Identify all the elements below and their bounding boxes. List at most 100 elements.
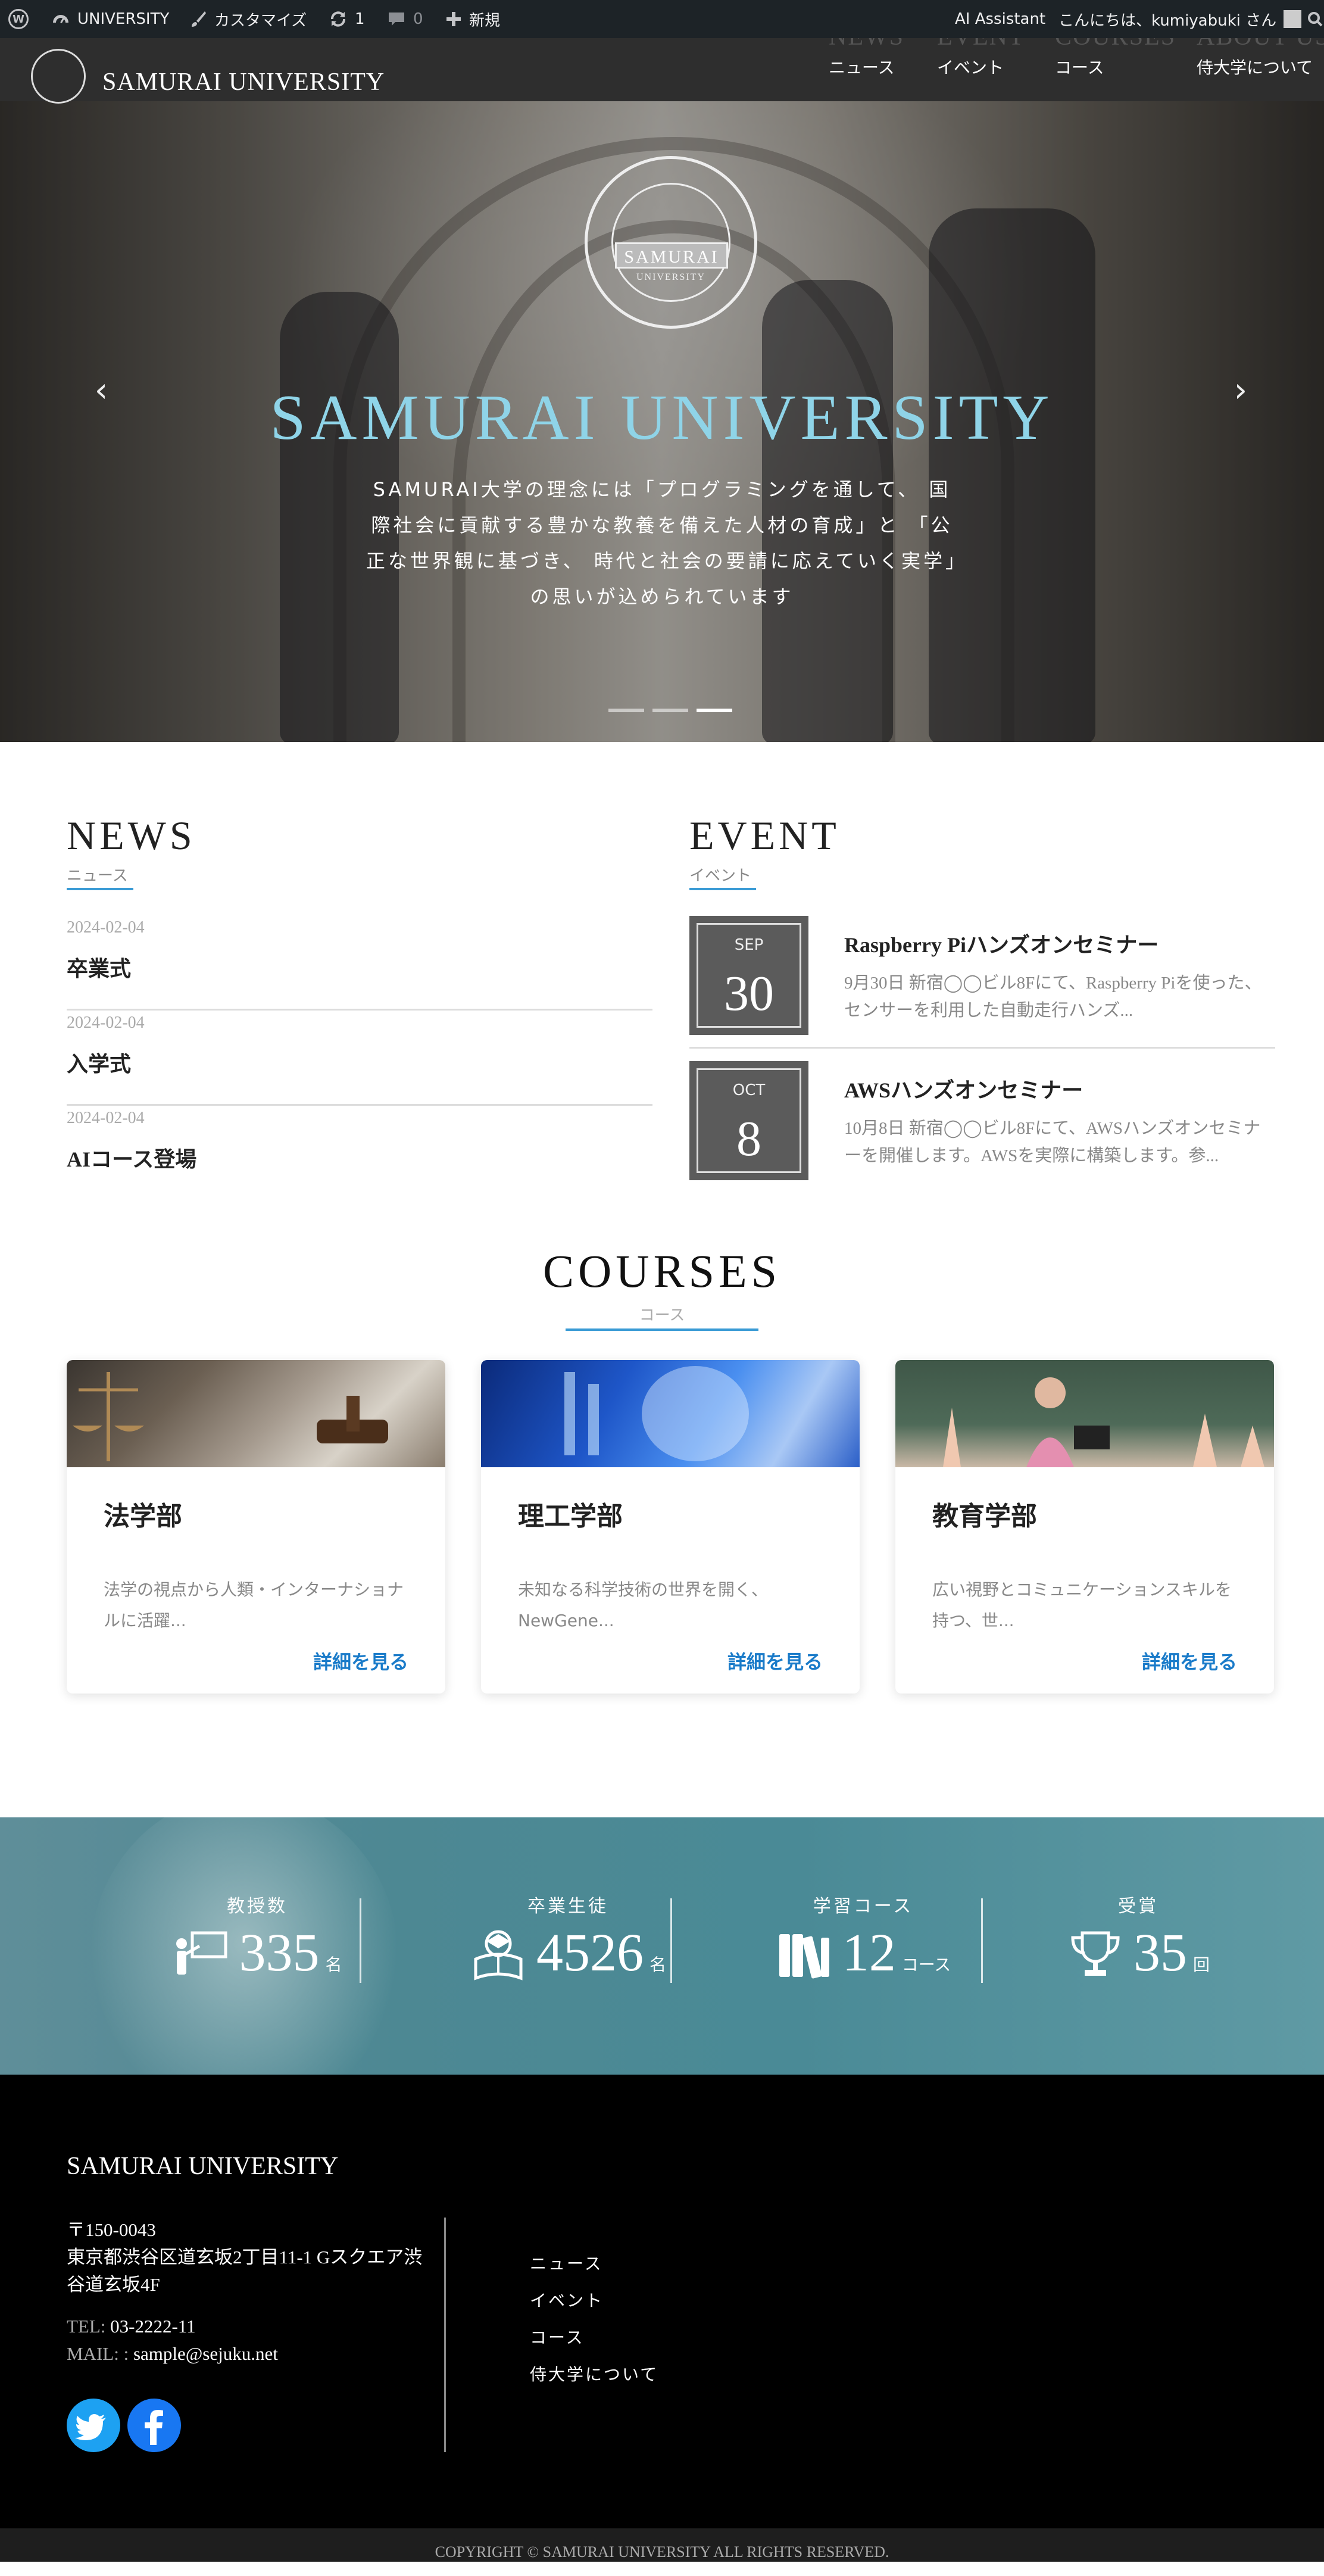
footer-mail: MAIL: : sample@sejuku.net — [67, 2340, 278, 2368]
stat-courses: 学習コース 12 コース — [708, 1817, 1018, 2075]
site-header: SAMURAI UNIVERSITY NEWS ニュース EVENT イベント … — [0, 23, 1324, 104]
news-title: 卒業式 — [67, 957, 132, 981]
course-image-science — [481, 1360, 860, 1467]
stat-divider — [981, 1898, 983, 1983]
footer-divider — [444, 2218, 446, 2452]
nav-about-ja: 侍大学について — [1197, 58, 1313, 77]
books-icon — [779, 1934, 829, 1979]
admin-updates[interactable]: 1 — [329, 0, 365, 38]
footer-postal: 〒150-0043 — [67, 2219, 156, 2240]
slider-dot-3-active[interactable] — [697, 709, 732, 712]
admin-site-name[interactable]: UNIVERSITY — [51, 0, 169, 38]
news-item[interactable]: 2024-02-04 入学式 — [67, 1009, 652, 1106]
footer-title: SAMURAI UNIVERSITY — [67, 2153, 339, 2180]
plus-icon — [446, 12, 461, 26]
admin-comments[interactable]: 0 — [387, 0, 423, 38]
facebook-icon[interactable] — [127, 2399, 181, 2452]
twitter-icon[interactable] — [67, 2399, 120, 2452]
event-day: 30 — [724, 966, 774, 1021]
course-detail-link[interactable]: 詳細を見る — [313, 1647, 408, 1674]
event-date-badge: OCT 8 — [689, 1061, 808, 1180]
event-date-badge: SEP 30 — [689, 916, 808, 1035]
stat-unit: コース — [901, 1956, 951, 1975]
event-item[interactable]: OCT 8 AWSハンズオンセミナー 10月8日 新宿◯◯ビル8Fにて、AWSハ… — [689, 1061, 1275, 1199]
course-image-education — [895, 1360, 1274, 1467]
wordpress-logo-icon[interactable]: W — [8, 0, 29, 38]
scales-of-justice-icon — [73, 1372, 388, 1461]
slider-next-icon[interactable]: › — [1226, 374, 1255, 407]
news-date: 2024-02-04 — [67, 1013, 145, 1032]
comment-icon — [389, 13, 404, 26]
graduate-icon — [474, 1930, 523, 1981]
footer-address: 東京都渋谷区道玄坂2丁目11-1 Gスクエア渋谷道玄坂4F — [67, 2247, 423, 2295]
news-title: 入学式 — [67, 1052, 132, 1076]
event-item[interactable]: SEP 30 Raspberry Piハンズオンセミナー 9月30日 新宿◯◯ビ… — [689, 916, 1275, 1054]
courses-subheading: コース — [566, 1303, 758, 1331]
stat-value: 4526 — [536, 1923, 644, 1982]
event-heading: EVENT — [689, 813, 840, 858]
laboratory-icon — [564, 1366, 749, 1461]
footer-mail-label: MAIL: : — [67, 2343, 129, 2364]
event-month: OCT — [732, 1081, 766, 1099]
course-title: 教育学部 — [932, 1502, 1037, 1531]
updates-icon — [331, 11, 345, 27]
footer-mail-value[interactable]: sample@sejuku.net — [133, 2343, 278, 2364]
course-description: 法学の視点から人類・インターナショナルに活躍... — [104, 1580, 404, 1630]
footer-link-news[interactable]: ニュース — [530, 2251, 603, 2275]
event-description: 10月8日 新宿◯◯ビル8Fにて、AWSハンズオンセミナーを開催します。AWSを… — [844, 1119, 1261, 1165]
hero-text: SAMURAI大学の理念には「プログラミングを通して、 国際社会に貢献する豊かな… — [366, 478, 958, 608]
course-card-law[interactable]: 法学部 法学の視点から人類・インターナショナルに活躍... 詳細を見る — [67, 1360, 445, 1694]
slider-dot-2[interactable] — [652, 709, 688, 712]
admin-new-label: 新規 — [469, 11, 501, 30]
admin-account[interactable]: こんにちは、kumiyabuki さん — [1058, 0, 1302, 38]
admin-customize-label: カスタマイズ — [214, 11, 307, 30]
course-detail-link[interactable]: 詳細を見る — [1142, 1647, 1237, 1674]
hero-emblem: SAMURAI UNIVERSITY — [585, 156, 757, 329]
course-title: 法学部 — [104, 1502, 182, 1531]
course-card-education[interactable]: 教育学部 広い視野とコミュニケーションスキルを持つ、世... 詳細を見る — [895, 1360, 1274, 1694]
trophy-icon — [1071, 1931, 1120, 1976]
ai-assistant-link[interactable]: AI Assistant — [955, 0, 1045, 38]
course-description: 広い視野とコミュニケーションスキルを持つ、世... — [932, 1580, 1232, 1630]
stat-divider — [360, 1898, 361, 1983]
ai-assistant-label: AI Assistant — [955, 10, 1046, 28]
footer-tel-label: TEL: — [67, 2316, 106, 2337]
course-detail-link[interactable]: 詳細を見る — [727, 1647, 823, 1674]
nav-courses-ja: コース — [1055, 58, 1104, 77]
slider-dot-1[interactable] — [608, 709, 644, 712]
footer-link-about[interactable]: 侍大学について — [530, 2362, 658, 2385]
course-title: 理工学部 — [518, 1502, 623, 1531]
course-card-science[interactable]: 理工学部 未知なる科学技術の世界を開く、NewGene... 詳細を見る — [481, 1360, 860, 1694]
footer-link-event[interactable]: イベント — [530, 2288, 604, 2312]
news-subheading: ニュース — [67, 863, 133, 890]
footer-tel-value: 03-2222-11 — [110, 2316, 196, 2337]
classroom-icon — [943, 1377, 1264, 1467]
news-item[interactable]: 2024-02-04 AIコース登場 — [67, 1104, 652, 1199]
admin-customize[interactable]: カスタマイズ — [189, 0, 307, 38]
event-day: 8 — [736, 1111, 761, 1167]
event-description: 9月30日 新宿◯◯ビル8Fにて、Raspberry Piを使った、センサーを利… — [844, 974, 1262, 1020]
stat-value: 335 — [239, 1923, 320, 1982]
event-title: AWSハンズオンセミナー — [844, 1078, 1083, 1102]
admin-bar: W UNIVERSITY カスタマイズ 1 0 新規 AI Assistant … — [0, 0, 1324, 38]
slider-prev-icon[interactable]: ‹ — [87, 374, 115, 407]
nav-news-ja: ニュース — [829, 58, 895, 77]
admin-site-name-label: UNIVERSITY — [77, 10, 170, 28]
news-item[interactable]: 2024-02-04 卒業式 — [67, 913, 652, 1011]
footer-tel: TEL: 03-2222-11 — [67, 2313, 196, 2340]
search-icon[interactable] — [1307, 0, 1323, 38]
event-subheading: イベント — [689, 863, 756, 890]
admin-new[interactable]: 新規 — [445, 0, 500, 38]
stat-graduates: 卒業生徒 4526 名 — [413, 1817, 723, 2075]
teacher-icon — [176, 1931, 227, 1975]
site-logo[interactable] — [31, 49, 86, 104]
hero-emblem-ribbon: SAMURAI — [615, 242, 728, 269]
stats-section: 教授数 335 名 卒業生徒 4526 名 学習コース 12 コース 受賞 35… — [0, 1817, 1324, 2075]
site-footer: SAMURAI UNIVERSITY 〒150-0043 東京都渋谷区道玄坂2丁… — [0, 2075, 1324, 2528]
event-divider — [689, 1047, 1275, 1049]
site-title[interactable]: SAMURAI UNIVERSITY — [102, 68, 385, 96]
stat-unit: 回 — [1192, 1956, 1210, 1975]
news-date: 2024-02-04 — [67, 918, 145, 937]
footer-link-courses[interactable]: コース — [530, 2325, 585, 2349]
stat-label: 教授数 — [227, 1897, 288, 1916]
